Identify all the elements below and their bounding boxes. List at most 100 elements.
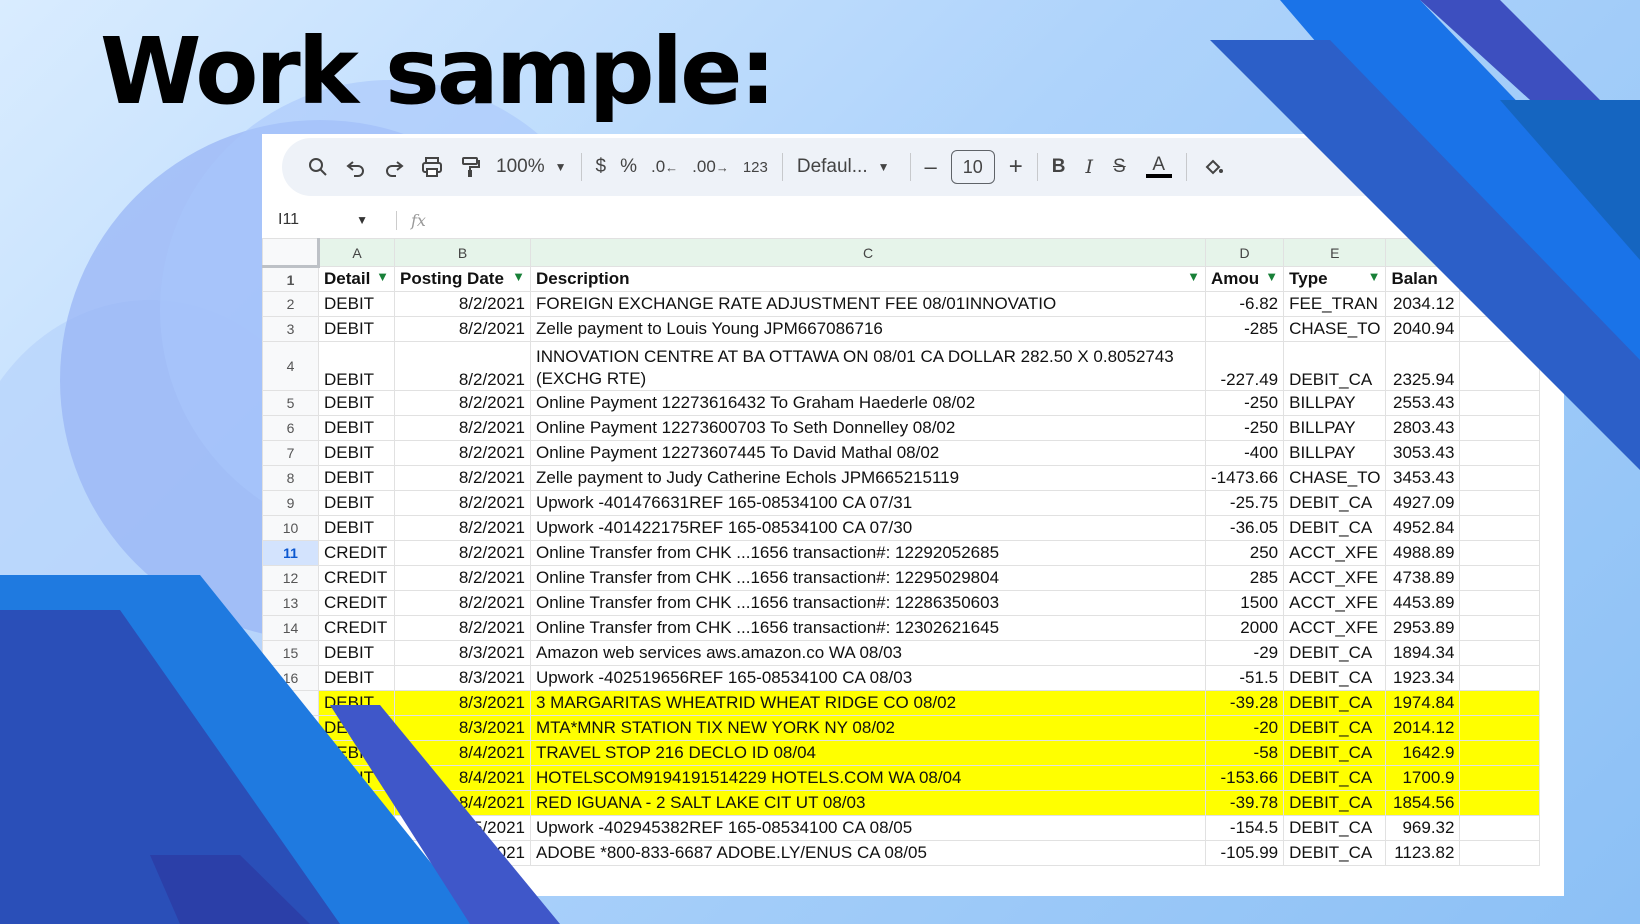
posting-date-cell[interactable]: 8/5/2021 (394, 840, 531, 866)
description-cell[interactable]: ADOBE *800-833-6687 ADOBE.LY/ENUS CA 08/… (530, 840, 1206, 866)
amount-cell[interactable]: -58 (1204, 740, 1285, 766)
grid-cell[interactable] (1459, 565, 1541, 591)
balance-cell[interactable]: 2953.89 (1385, 615, 1461, 641)
grid-cell[interactable] (1459, 415, 1541, 441)
strikethrough-button[interactable]: S (1113, 147, 1126, 187)
balance-cell[interactable]: 2553.43 (1385, 390, 1461, 416)
header-cell[interactable]: Posting Date ▼ (394, 266, 531, 292)
balance-cell[interactable]: 969.32 (1385, 815, 1461, 841)
row-number[interactable]: 6 (262, 415, 319, 441)
type-cell[interactable]: DEBIT_CA (1283, 715, 1387, 741)
type-cell[interactable]: BILLPAY (1283, 415, 1387, 441)
posting-date-cell[interactable]: 8/2/2021 (394, 440, 531, 466)
filter-icon[interactable]: ▼ (1368, 269, 1381, 284)
posting-date-cell[interactable]: 8/4/2021 (394, 790, 531, 816)
description-cell[interactable]: Online Transfer from CHK ...1656 transac… (530, 565, 1206, 591)
description-cell[interactable]: INNOVATION CENTRE AT BA OTTAWA ON 08/01 … (530, 341, 1206, 391)
detail-cell[interactable]: DEBIT (318, 490, 395, 516)
type-cell[interactable]: DEBIT_CA (1283, 690, 1387, 716)
bold-button[interactable]: B (1052, 147, 1066, 187)
type-cell[interactable]: ACCT_XFE (1283, 565, 1387, 591)
search-icon[interactable] (306, 147, 330, 187)
posting-date-cell[interactable]: 8/2/2021 (394, 316, 531, 342)
column-header[interactable]: B (394, 238, 531, 267)
type-cell[interactable]: DEBIT_CA (1283, 765, 1387, 791)
type-cell[interactable]: DEBIT_CA (1283, 740, 1387, 766)
posting-date-cell[interactable]: 8/3/2021 (394, 690, 531, 716)
posting-date-cell[interactable]: 8/5/2021 (394, 815, 531, 841)
column-header[interactable]: D (1204, 238, 1285, 267)
row-number[interactable]: 19 (262, 740, 319, 766)
detail-cell[interactable]: DEBIT (318, 765, 395, 791)
amount-cell[interactable]: -227.49 (1204, 341, 1285, 391)
grid-cell[interactable] (1459, 665, 1541, 691)
type-cell[interactable]: DEBIT_CA (1283, 640, 1387, 666)
posting-date-cell[interactable]: 8/2/2021 (394, 291, 531, 317)
grid-cell[interactable] (1459, 266, 1541, 292)
row-number[interactable]: 10 (262, 515, 319, 541)
row-number[interactable]: 7 (262, 440, 319, 466)
row-number[interactable]: 22 (262, 815, 319, 841)
amount-cell[interactable]: 2000 (1204, 615, 1285, 641)
amount-cell[interactable]: -25.75 (1204, 490, 1285, 516)
detail-cell[interactable]: DEBIT (318, 790, 395, 816)
undo-icon[interactable] (344, 147, 368, 187)
amount-cell[interactable]: -105.99 (1204, 840, 1285, 866)
grid-cell[interactable] (1459, 515, 1541, 541)
grid-cell[interactable] (1459, 840, 1541, 866)
description-cell[interactable]: Zelle payment to Louis Young JPM66708671… (530, 316, 1206, 342)
paint-format-icon[interactable] (458, 147, 482, 187)
header-cell[interactable]: Detail ▼ (318, 266, 395, 292)
increase-font-size-button[interactable]: + (1009, 147, 1023, 187)
type-cell[interactable]: DEBIT_CA (1283, 515, 1387, 541)
increase-decimal-button[interactable]: .00 → (692, 147, 729, 187)
amount-cell[interactable]: -6.82 (1204, 291, 1285, 317)
grid-cell[interactable] (1459, 540, 1541, 566)
detail-cell[interactable]: DEBIT (318, 465, 395, 491)
grid-cell[interactable] (1459, 440, 1541, 466)
row-number[interactable]: 9 (262, 490, 319, 516)
posting-date-cell[interactable]: 8/3/2021 (394, 665, 531, 691)
type-cell[interactable]: ACCT_XFE (1283, 540, 1387, 566)
percent-format-button[interactable]: % (620, 147, 637, 187)
row-number[interactable]: 1 (262, 266, 319, 292)
row-number[interactable]: 21 (262, 790, 319, 816)
grid-cell[interactable] (1459, 815, 1541, 841)
balance-cell[interactable]: 1123.82 (1385, 840, 1461, 866)
grid-cell[interactable] (1459, 390, 1541, 416)
italic-button[interactable]: I (1086, 147, 1094, 187)
detail-cell[interactable]: DEBIT (318, 740, 395, 766)
amount-cell[interactable]: -39.28 (1204, 690, 1285, 716)
balance-cell[interactable]: 2325.94 (1385, 341, 1461, 391)
row-number[interactable]: 3 (262, 316, 319, 342)
posting-date-cell[interactable]: 8/2/2021 (394, 540, 531, 566)
type-cell[interactable]: ACCT_XFE (1283, 615, 1387, 641)
posting-date-cell[interactable]: 8/2/2021 (394, 490, 531, 516)
column-header[interactable]: C (530, 238, 1206, 267)
filter-icon[interactable]: ▼ (1187, 269, 1200, 284)
detail-cell[interactable]: CREDIT (318, 540, 395, 566)
detail-cell[interactable]: DEBIT (318, 690, 395, 716)
description-cell[interactable]: Upwork -401422175REF 165-08534100 CA 07/… (530, 515, 1206, 541)
filter-icon[interactable]: ▼ (376, 269, 389, 284)
posting-date-cell[interactable]: 8/3/2021 (394, 715, 531, 741)
amount-cell[interactable]: -400 (1204, 440, 1285, 466)
type-cell[interactable]: ACCT_XFE (1283, 590, 1387, 616)
detail-cell[interactable]: DEBIT (318, 665, 395, 691)
type-cell[interactable]: CHASE_TO (1283, 316, 1387, 342)
row-number[interactable]: 13 (262, 590, 319, 616)
row-number[interactable]: 15 (262, 640, 319, 666)
description-cell[interactable]: RED IGUANA - 2 SALT LAKE CIT UT 08/03 (530, 790, 1206, 816)
grid-cell[interactable] (1459, 341, 1541, 391)
grid-cell[interactable] (1459, 690, 1541, 716)
row-number[interactable]: 2 (262, 291, 319, 317)
filter-icon[interactable]: ▼ (512, 269, 525, 284)
description-cell[interactable]: Online Payment 12273607445 To David Math… (530, 440, 1206, 466)
type-cell[interactable]: FEE_TRAN (1283, 291, 1387, 317)
description-cell[interactable]: MTA*MNR STATION TIX NEW YORK NY 08/02 (530, 715, 1206, 741)
balance-cell[interactable]: 1894.34 (1385, 640, 1461, 666)
decrease-decimal-button[interactable]: .0 ← (651, 147, 678, 187)
zoom-select[interactable]: 100% ▼ (496, 147, 567, 187)
balance-cell[interactable]: 1923.34 (1385, 665, 1461, 691)
type-cell[interactable]: CHASE_TO (1283, 465, 1387, 491)
